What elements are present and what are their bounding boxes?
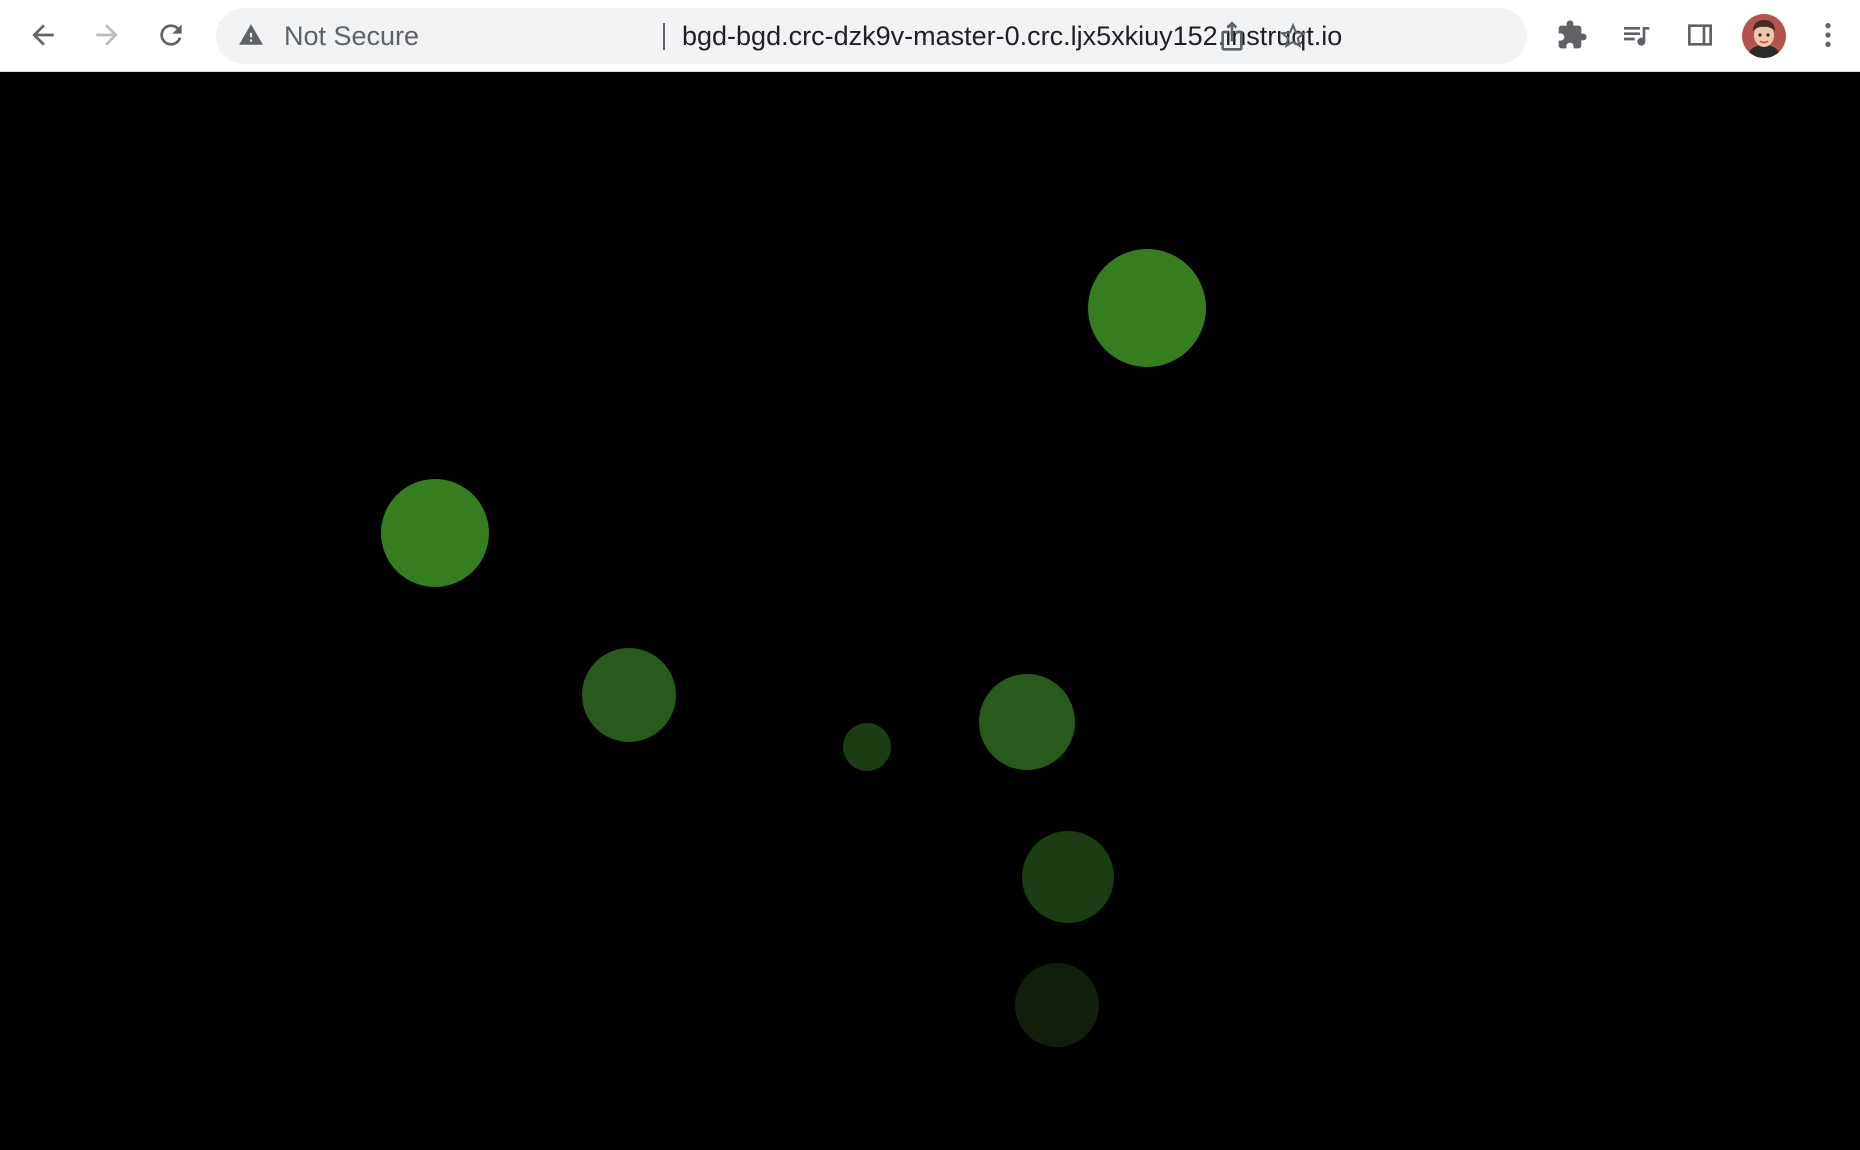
green-ball [1022, 831, 1114, 923]
balls-canvas [381, 249, 1206, 1047]
back-arrow-icon[interactable] [20, 12, 66, 58]
green-ball [381, 479, 489, 587]
share-icon[interactable] [1216, 20, 1248, 57]
security-label[interactable]: Not Secure [284, 8, 419, 64]
star-icon[interactable] [1277, 20, 1309, 57]
kebab-menu-icon[interactable] [1805, 12, 1851, 58]
puzzle-piece-icon[interactable] [1549, 12, 1595, 58]
green-ball [843, 723, 891, 771]
media-queue-icon[interactable] [1613, 12, 1659, 58]
green-ball [1088, 249, 1206, 367]
warning-triangle-icon[interactable] [238, 22, 264, 53]
green-ball [1015, 963, 1099, 1047]
forward-arrow-icon[interactable] [84, 12, 130, 58]
address-bar[interactable]: Not Secure bgd-bgd.crc-dzk9v-master-0.cr… [216, 8, 1527, 64]
side-panel-icon[interactable] [1677, 12, 1723, 58]
page-canvas [0, 72, 1860, 1150]
green-ball [979, 674, 1075, 770]
omnibox-separator [663, 23, 665, 50]
browser-toolbar: Not Secure bgd-bgd.crc-dzk9v-master-0.cr… [0, 0, 1860, 72]
reload-icon[interactable] [148, 12, 194, 58]
avatar[interactable] [1742, 14, 1786, 58]
green-ball [582, 648, 676, 742]
